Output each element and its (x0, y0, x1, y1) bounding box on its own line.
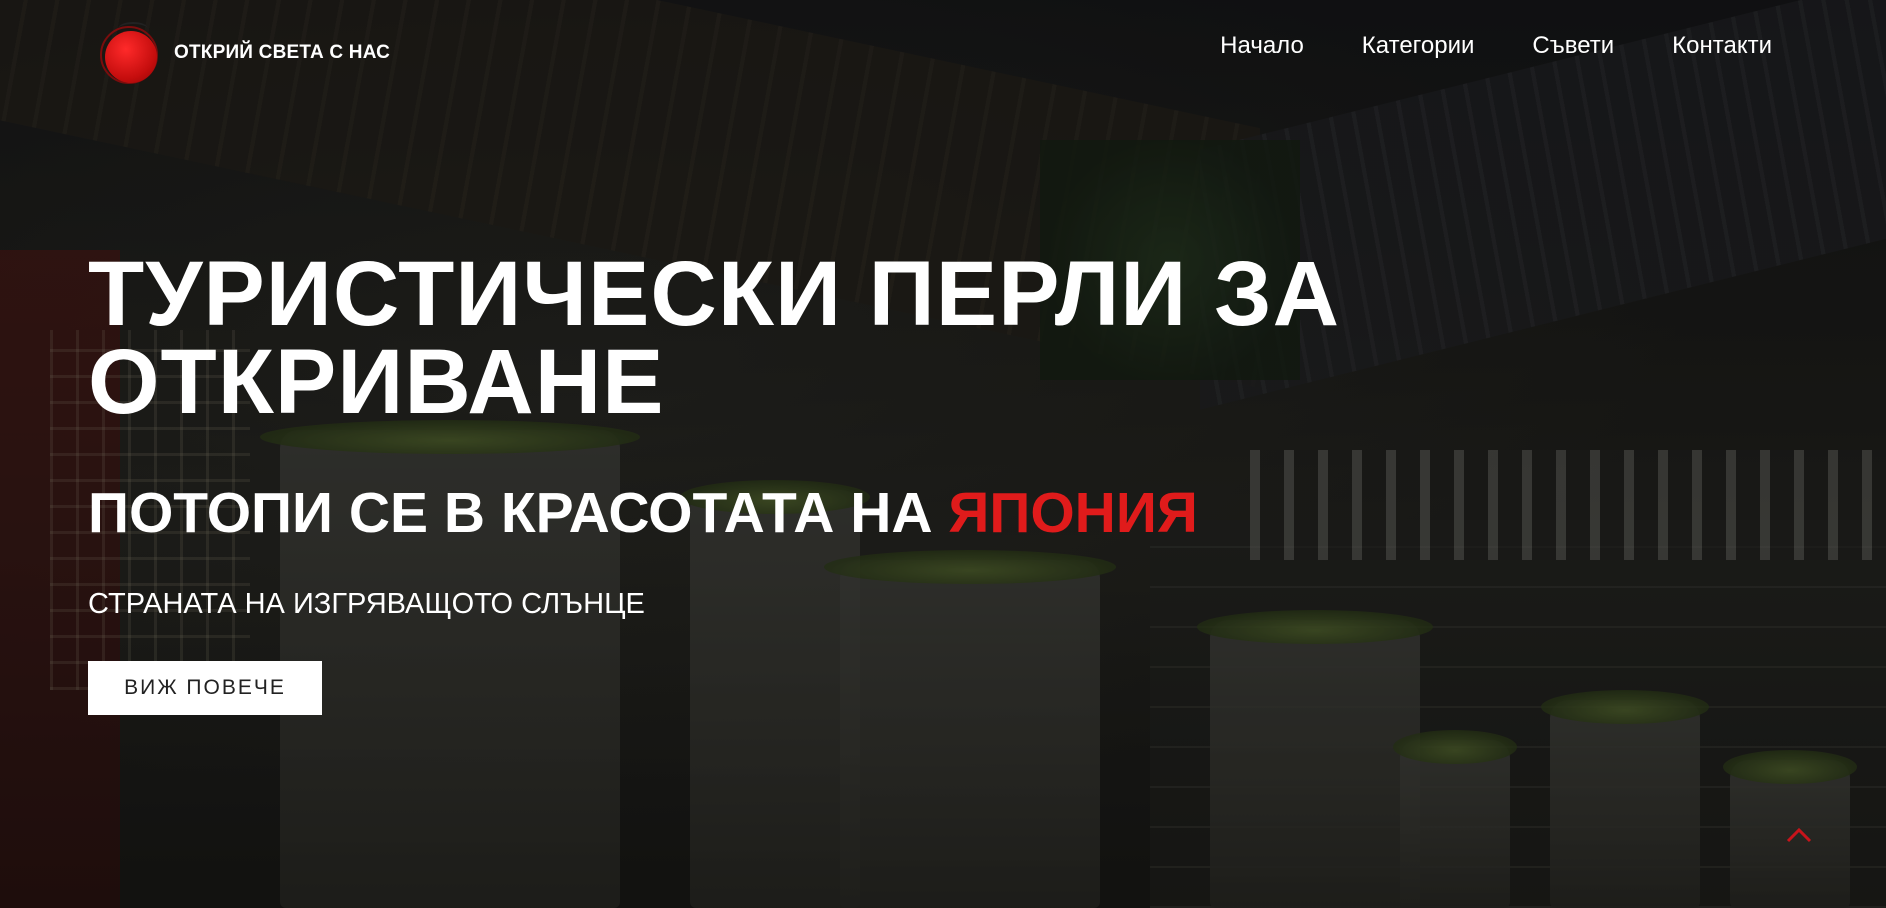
nav-item-categories[interactable]: Категории (1362, 32, 1475, 60)
nav-item-contacts[interactable]: Контакти (1672, 32, 1772, 60)
hero-content: ТУРИСТИЧЕСКИ ПЕРЛИ ЗА ОТКРИВАНЕ ПОТОПИ С… (88, 243, 1488, 715)
hero-subtitle: ПОТОПИ СЕ В КРАСОТАТА НА ЯПОНИЯ (88, 481, 1488, 545)
hero-subtitle-prefix: ПОТОПИ СЕ В КРАСОТАТА НА (88, 481, 949, 545)
red-sun-logo-icon (100, 22, 162, 84)
hero-tagline: СТРАНАТА НА ИЗГРЯВАЩОТО СЛЪНЦЕ (88, 588, 645, 620)
logo-text: ОТКРИЙ СВЕТА С НАС (174, 42, 391, 63)
logo-link[interactable]: ОТКРИЙ СВЕТА С НАС (100, 22, 390, 84)
hero-title: ТУРИСТИЧЕСКИ ПЕРЛИ ЗА ОТКРИВАНЕ (88, 243, 1341, 433)
site-header: ОТКРИЙ СВЕТА С НАС Начало Категории Съве… (0, 0, 1886, 96)
see-more-button[interactable]: ВИЖ ПОВЕЧЕ (88, 661, 322, 715)
hero-subtitle-accent: ЯПОНИЯ (948, 481, 1198, 545)
scroll-to-top-button[interactable] (1782, 820, 1816, 850)
nav-item-tips[interactable]: Съвети (1532, 32, 1614, 60)
nav-item-home[interactable]: Начало (1220, 32, 1304, 60)
chevron-up-icon (1786, 827, 1812, 843)
hero-section: ОТКРИЙ СВЕТА С НАС Начало Категории Съве… (0, 0, 1886, 908)
main-nav: Начало Категории Съвети Контакти (1220, 32, 1772, 60)
